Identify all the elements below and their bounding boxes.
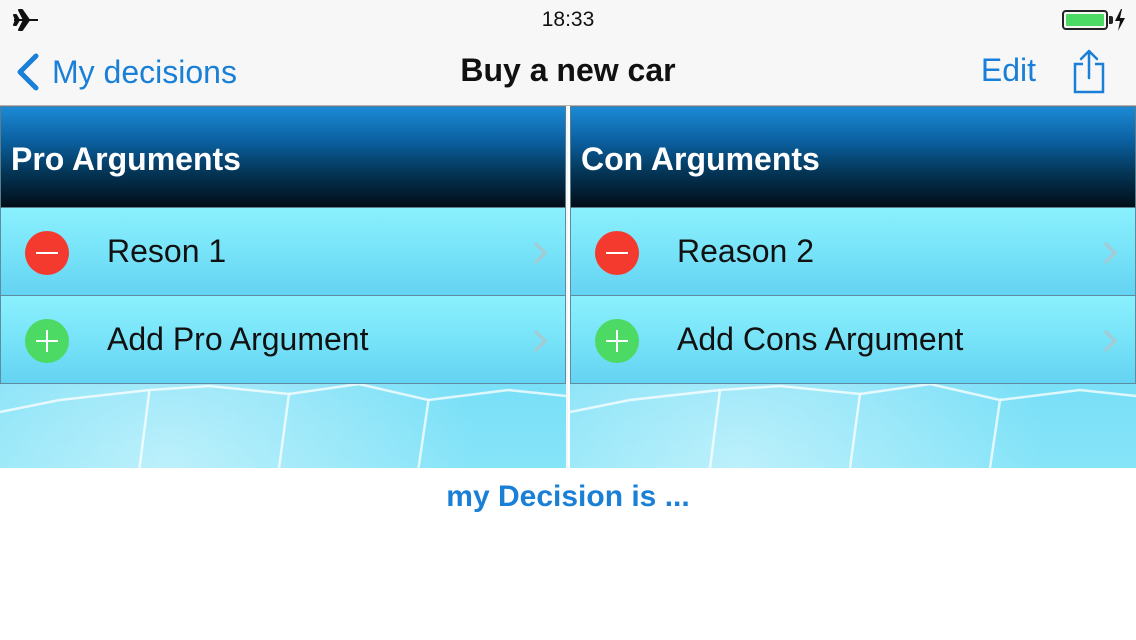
add-plus-icon[interactable] bbox=[595, 319, 639, 363]
add-plus-icon[interactable] bbox=[25, 319, 69, 363]
add-con-argument-label: Add Cons Argument bbox=[677, 321, 964, 357]
con-argument-row[interactable]: Reason 2 bbox=[570, 208, 1136, 296]
background-pattern bbox=[570, 382, 1136, 468]
pro-column-header: Pro Arguments bbox=[0, 106, 566, 208]
edit-button[interactable]: Edit bbox=[981, 52, 1036, 89]
pro-column-title: Pro Arguments bbox=[11, 141, 241, 177]
pro-arguments-column: Pro Arguments Reson 1 Add Pro Argument bbox=[0, 106, 568, 468]
chevron-right-icon bbox=[1103, 241, 1117, 265]
chevron-right-icon bbox=[1103, 329, 1117, 353]
status-time: 18:33 bbox=[541, 8, 595, 31]
my-decision-button[interactable]: my Decision is ... bbox=[0, 480, 1136, 514]
status-bar: 18:33 bbox=[0, 0, 1136, 40]
charging-bolt-icon bbox=[1115, 9, 1125, 31]
arguments-content: Pro Arguments Reson 1 Add Pro Argument C… bbox=[0, 106, 1136, 468]
background-pattern bbox=[0, 382, 566, 468]
con-column-header: Con Arguments bbox=[570, 106, 1136, 208]
argument-label: Reason 2 bbox=[677, 233, 814, 269]
con-column-title: Con Arguments bbox=[581, 141, 820, 177]
add-pro-argument-row[interactable]: Add Pro Argument bbox=[0, 296, 566, 384]
chevron-left-icon bbox=[17, 53, 39, 91]
delete-minus-icon[interactable] bbox=[595, 231, 639, 275]
chevron-right-icon bbox=[533, 329, 547, 353]
share-icon[interactable] bbox=[1072, 48, 1106, 94]
add-pro-argument-label: Add Pro Argument bbox=[107, 321, 369, 357]
back-button[interactable]: My decisions bbox=[14, 50, 237, 94]
add-con-argument-row[interactable]: Add Cons Argument bbox=[570, 296, 1136, 384]
con-arguments-column: Con Arguments Reason 2 Add Cons Argument bbox=[570, 106, 1136, 468]
navigation-bar: My decisions Buy a new car Edit bbox=[0, 40, 1136, 106]
argument-label: Reson 1 bbox=[107, 233, 227, 269]
pro-argument-row[interactable]: Reson 1 bbox=[0, 208, 566, 296]
battery-full-icon bbox=[1062, 10, 1108, 30]
delete-minus-icon[interactable] bbox=[25, 231, 69, 275]
chevron-right-icon bbox=[533, 241, 547, 265]
back-button-label: My decisions bbox=[52, 53, 237, 90]
